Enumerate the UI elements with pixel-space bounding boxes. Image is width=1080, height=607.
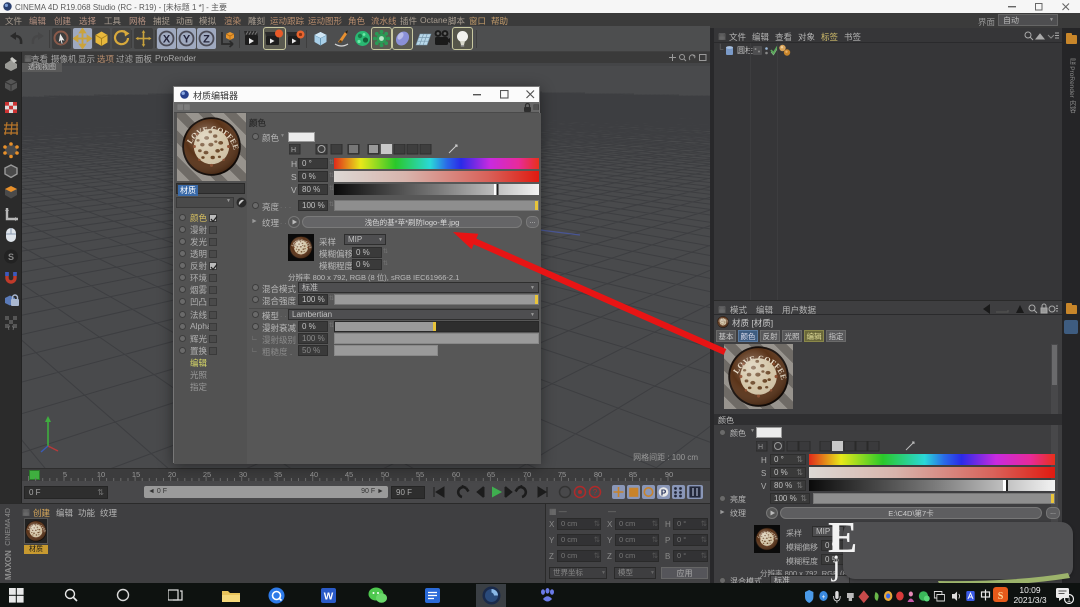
svg-text:S: S [8, 252, 14, 262]
svg-text:( ): ( ) [8, 326, 14, 330]
svg-text:W: W [324, 592, 334, 603]
svg-text:+: + [822, 594, 826, 602]
svg-text:H: H [758, 444, 763, 451]
svg-text:1: 1 [1067, 595, 1071, 604]
svg-text:?: ? [593, 488, 598, 497]
svg-text:S: S [998, 591, 1004, 602]
svg-text:X: X [163, 34, 171, 46]
svg-text:Z: Z [203, 34, 210, 46]
svg-text:P: P [661, 489, 667, 498]
svg-text:Y: Y [183, 34, 191, 46]
svg-text:H: H [291, 147, 296, 154]
